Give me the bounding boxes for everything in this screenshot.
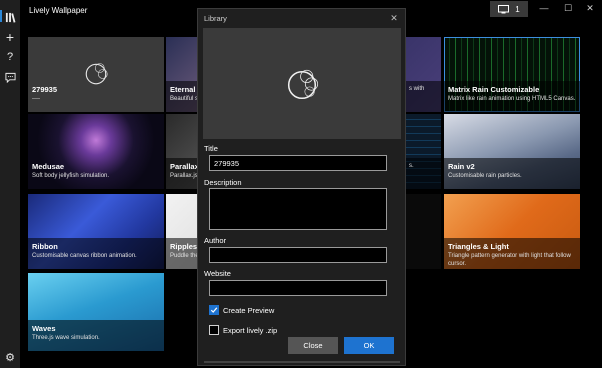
title-label: Title (204, 144, 218, 153)
tile-description: ---- (32, 96, 40, 102)
website-label: Website (204, 269, 231, 278)
tile-description: Matrix like rain animation using HTML5 C… (448, 96, 576, 102)
tile-title: Triangles & Light (448, 242, 509, 251)
tile-title: Medusae (32, 162, 65, 171)
tile-caption: 279935 ---- (28, 81, 164, 112)
help-icon[interactable]: ? (4, 51, 16, 63)
add-glyph: + (5, 29, 15, 45)
ok-button[interactable]: OK (344, 337, 394, 354)
tile-title: 279935 (32, 85, 58, 94)
title-field[interactable]: 279935 (209, 155, 387, 171)
tile-title: Matrix Rain Customizable (448, 85, 540, 94)
add-icon[interactable]: + (4, 29, 16, 45)
dialog-scrollbar[interactable] (204, 361, 400, 363)
preview-image (203, 28, 401, 139)
wallpaper-tile[interactable]: Rain v2 Customisable rain particles. (444, 114, 580, 189)
feedback-icon[interactable] (4, 71, 16, 83)
website-field[interactable] (209, 280, 387, 296)
description-field[interactable] (209, 188, 387, 230)
monitor-icon (498, 4, 510, 13)
tile-description: Three.js wave simulation. (32, 335, 100, 341)
close-window-button[interactable]: ✕ (580, 2, 600, 14)
settings-glyph: ⚙ (5, 352, 15, 364)
tile-description: Customisable canvas ribbon animation. (32, 253, 137, 259)
monitor-count: 1 (515, 4, 520, 14)
library-icon[interactable] (4, 11, 16, 23)
export-zip-checkbox[interactable] (209, 325, 219, 335)
tile-caption: Rain v2 Customisable rain particles. (444, 158, 580, 189)
checkmark-icon (210, 307, 218, 313)
wallpaper-tile[interactable]: Medusae Soft body jellyfish simulation. (28, 114, 164, 189)
help-glyph: ? (6, 51, 14, 63)
create-preview-checkbox[interactable] (209, 305, 219, 315)
tile-title: Rain v2 (448, 162, 475, 171)
wallpaper-tile[interactable]: Ribbon Customisable canvas ribbon animat… (28, 194, 164, 269)
monitor-select-button[interactable]: 1 (490, 1, 528, 17)
wallpaper-tile[interactable]: Triangles & Light Triangle pattern gener… (444, 194, 580, 269)
tile-caption: Medusae Soft body jellyfish simulation. (28, 158, 164, 189)
create-preview-label: Create Preview (223, 306, 275, 315)
tile-description: Customisable rain particles. (448, 173, 522, 179)
tile-title: Ribbon (32, 242, 58, 251)
tile-title: Waves (32, 324, 56, 333)
wallpaper-tile[interactable]: 279935 ---- (28, 37, 164, 112)
author-label: Author (204, 236, 227, 245)
sidebar: + ? ⚙ (0, 0, 20, 368)
dialog-title: Library (204, 14, 227, 23)
maximize-button[interactable]: ☐ (558, 2, 578, 14)
tile-caption: Matrix Rain Customizable Matrix like rai… (444, 81, 580, 112)
tile-caption: Triangles & Light Triangle pattern gener… (444, 238, 580, 269)
minimize-button[interactable]: — (534, 2, 554, 14)
tile-description: Soft body jellyfish simulation. (32, 173, 110, 179)
tile-caption: Waves Three.js wave simulation. (28, 320, 164, 351)
tile-description: Triangle pattern generator with light th… (448, 253, 571, 267)
app-title: Lively Wallpaper (29, 6, 88, 15)
wallpaper-tile[interactable]: Waves Three.js wave simulation. (28, 273, 164, 351)
tile-caption: Ribbon Customisable canvas ribbon animat… (28, 238, 164, 269)
library-dialog: Library ✕ Title 279935 Description Autho… (197, 8, 406, 366)
active-indicator (0, 10, 2, 22)
loader-circle-icon (287, 69, 319, 100)
description-label: Description (204, 178, 242, 187)
settings-icon[interactable]: ⚙ (4, 352, 16, 364)
export-zip-label: Export lively .zip (223, 326, 278, 335)
close-button[interactable]: Close (288, 337, 338, 354)
dialog-close-button[interactable]: ✕ (388, 12, 400, 24)
wallpaper-tile[interactable]: Matrix Rain Customizable Matrix like rai… (444, 37, 580, 112)
author-field[interactable] (209, 247, 387, 263)
